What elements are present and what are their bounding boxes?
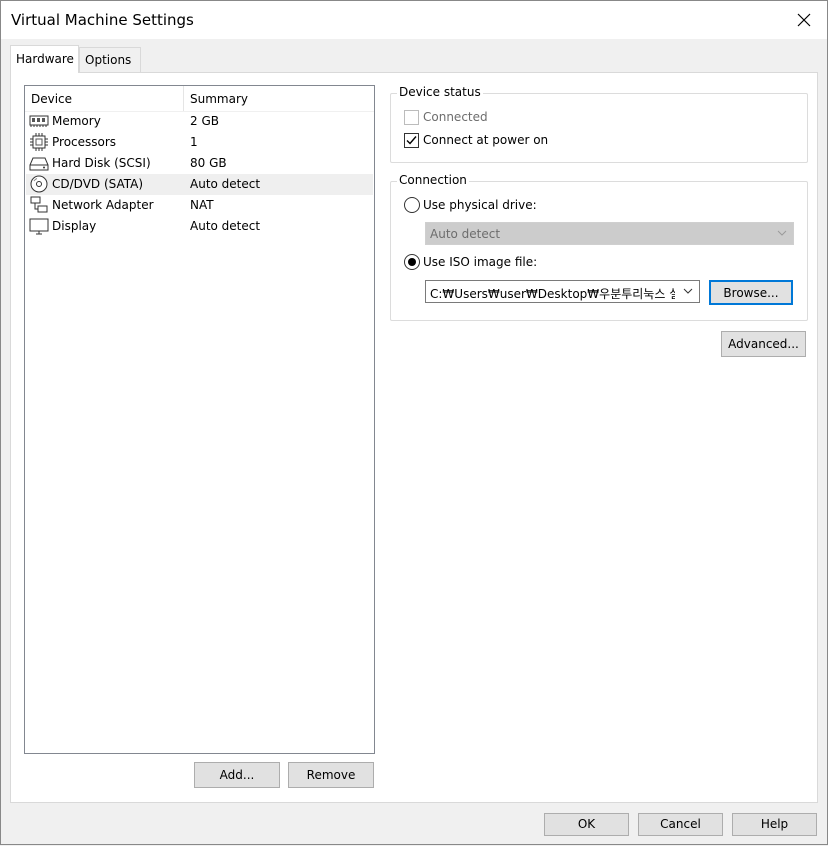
cancel-button[interactable]: Cancel — [638, 813, 723, 836]
column-header-device[interactable]: Device — [31, 92, 72, 106]
ok-button[interactable]: OK — [544, 813, 629, 836]
close-button[interactable] — [781, 1, 827, 39]
browse-button[interactable]: Browse... — [709, 280, 793, 305]
device-row-memory[interactable]: Memory 2 GB — [26, 111, 373, 132]
device-status-title: Device status — [397, 85, 483, 99]
memory-icon — [29, 112, 49, 130]
device-name: Hard Disk (SCSI) — [52, 156, 151, 170]
title-bar: Virtual Machine Settings — [1, 1, 827, 39]
tab-options[interactable]: Options — [79, 47, 141, 72]
connected-checkbox[interactable] — [404, 110, 419, 125]
connect-at-power-on-label: Connect at power on — [423, 133, 549, 147]
device-list[interactable]: Device Summary Memory 2 GB Processors 1 — [24, 85, 375, 754]
remove-device-button[interactable]: Remove — [288, 762, 374, 788]
physical-drive-value: Auto detect — [430, 227, 501, 241]
device-summary: Auto detect — [190, 219, 261, 233]
connection-title: Connection — [397, 173, 469, 187]
add-device-button[interactable]: Add... — [194, 762, 280, 788]
device-list-header: Device Summary — [25, 86, 374, 112]
connection-group: Connection Use physical drive: Auto dete… — [390, 173, 808, 321]
use-physical-drive-label: Use physical drive: — [423, 198, 537, 212]
radio-selected-dot — [408, 258, 416, 266]
chevron-down-icon — [683, 288, 693, 294]
device-name: Memory — [52, 114, 101, 128]
use-physical-drive-radio[interactable] — [404, 197, 420, 213]
checkmark-icon — [406, 136, 417, 145]
use-iso-image-label: Use ISO image file: — [423, 255, 538, 269]
device-row-hard-disk[interactable]: Hard Disk (SCSI) 80 GB — [26, 153, 373, 174]
device-row-cd-dvd[interactable]: CD/DVD (SATA) Auto detect — [26, 174, 373, 195]
device-summary: 80 GB — [190, 156, 227, 170]
device-summary: 1 — [190, 135, 198, 149]
help-button[interactable]: Help — [732, 813, 817, 836]
display-icon — [29, 217, 49, 235]
tab-hardware[interactable]: Hardware — [10, 45, 79, 73]
column-header-summary[interactable]: Summary — [190, 92, 248, 106]
device-row-processors[interactable]: Processors 1 — [26, 132, 373, 153]
device-row-display[interactable]: Display Auto detect — [26, 216, 373, 237]
device-status-group: Device status Connected Connect at power… — [390, 85, 808, 163]
chevron-down-icon — [777, 230, 787, 236]
processor-icon — [29, 133, 49, 151]
dialog-footer: OK Cancel Help — [1, 803, 827, 846]
network-adapter-icon — [29, 196, 49, 214]
iso-image-path-combo[interactable]: C:₩Users₩user₩Desktop₩우분투리눅스 설 — [425, 280, 700, 303]
window-title: Virtual Machine Settings — [11, 11, 194, 29]
connect-at-power-on-checkbox[interactable] — [404, 133, 419, 148]
cd-dvd-icon — [29, 175, 49, 193]
hardware-panel: Device Summary Memory 2 GB Processors 1 — [10, 72, 818, 803]
physical-drive-select[interactable]: Auto detect — [425, 222, 794, 245]
device-name: Display — [52, 219, 97, 233]
column-divider[interactable] — [183, 86, 184, 111]
device-summary: NAT — [190, 198, 214, 212]
device-summary: 2 GB — [190, 114, 219, 128]
virtual-machine-settings-window: Virtual Machine Settings Hardware Option… — [0, 0, 828, 845]
iso-image-path-value: C:₩Users₩user₩Desktop₩우분투리눅스 설 — [430, 287, 675, 301]
device-name: Network Adapter — [52, 198, 154, 212]
device-summary: Auto detect — [190, 177, 261, 191]
close-icon — [797, 13, 811, 27]
device-name: CD/DVD (SATA) — [52, 177, 144, 191]
use-iso-image-radio[interactable] — [404, 254, 420, 270]
device-row-network-adapter[interactable]: Network Adapter NAT — [26, 195, 373, 216]
connected-label: Connected — [423, 110, 488, 124]
hard-disk-icon — [29, 154, 49, 172]
device-name: Processors — [52, 135, 117, 149]
advanced-button[interactable]: Advanced... — [721, 331, 806, 357]
